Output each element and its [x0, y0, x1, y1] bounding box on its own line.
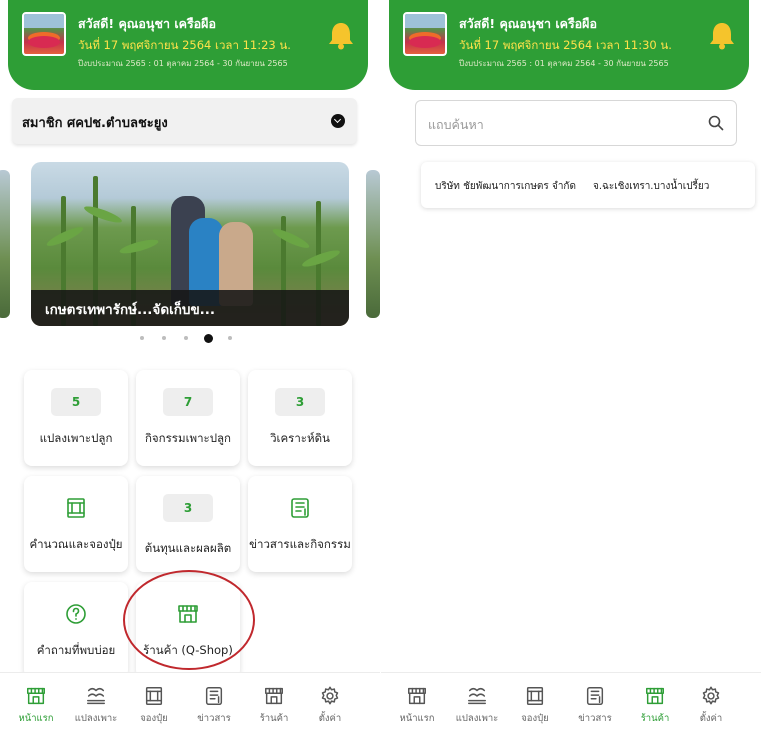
nav-item-label: จองปุ๋ย — [140, 713, 168, 724]
nav-item-label: หน้าแรก — [399, 713, 435, 724]
menu-tile[interactable]: 3 วิเคราะห์ดิน — [248, 370, 352, 466]
nav-item[interactable]: ตั้งค่า — [683, 685, 739, 726]
budget-year: ปีงบประมาณ 2565 : 01 ตุลาคม 2564 - 30 กั… — [459, 59, 669, 68]
nav-item[interactable]: หน้าแรก — [389, 685, 445, 726]
shop-result-card[interactable]: บริษัท ชัยพัฒนาการเกษตร จำกัด จ.ฉะเชิงเท… — [421, 162, 755, 208]
nav-item-label: ร้านค้า — [259, 713, 289, 724]
tile-count: 3 — [275, 388, 325, 416]
news-icon — [288, 496, 312, 520]
nav-item[interactable]: หน้าแรก — [8, 685, 64, 726]
tile-label: ต้นทุนและผลผลิต — [144, 541, 232, 555]
bottom-nav: หน้าแรก แปลงเพาะ จองปุ๋ย ข่าวสาร ร้านค้า ตั้ง… — [381, 672, 761, 737]
shop-screen: สวัสดี! คุณอนุชา เครือผือ วันที่ 17 พฤศจ… — [381, 0, 761, 737]
nav-item[interactable]: ร้านค้า — [246, 685, 302, 726]
carousel-next-slide[interactable] — [366, 170, 380, 318]
nav-item[interactable]: แปลงเพาะ — [68, 685, 124, 726]
menu-tile[interactable]: 7 กิจกรรมเพาะปลูก — [136, 370, 240, 466]
shop-icon — [8, 685, 64, 707]
bell-icon[interactable] — [707, 20, 737, 50]
nav-item[interactable]: ข่าวสาร — [186, 685, 242, 726]
tile-count: 5 — [51, 388, 101, 416]
highlight-annotation — [123, 570, 255, 670]
nav-item-label: แปลงเพาะ — [455, 713, 499, 724]
tile-count: 7 — [163, 388, 213, 416]
nav-item-label: ข่าวสาร — [197, 713, 231, 724]
nav-item[interactable]: จองปุ๋ย — [507, 685, 563, 726]
carousel-dot[interactable] — [204, 334, 213, 343]
news-icon — [186, 685, 242, 707]
avatar[interactable] — [22, 12, 66, 56]
nav-item-label: ข่าวสาร — [578, 713, 612, 724]
nav-item[interactable]: ตั้งค่า — [302, 685, 358, 726]
header: สวัสดี! คุณอนุชา เครือผือ วันที่ 17 พฤศจ… — [389, 0, 749, 90]
shop-icon — [246, 685, 302, 707]
tile-label: คำถามที่พบบ่อย — [36, 643, 116, 657]
plot-icon — [68, 685, 124, 707]
menu-tile[interactable]: คำถามที่พบบ่อย — [24, 582, 128, 678]
nav-item-label: ตั้งค่า — [318, 713, 342, 724]
news-caption-bar: เกษตรเทพารักษ์...จัดเก็บข... — [31, 290, 349, 326]
menu-tile[interactable]: ข่าวสารและกิจกรรม — [248, 476, 352, 572]
shop-name: บริษัท ชัยพัฒนาการเกษตร จำกัด — [435, 181, 576, 192]
nav-item-label: แปลงเพาะ — [74, 713, 118, 724]
carousel-prev-slide[interactable] — [0, 170, 10, 318]
menu-tile[interactable]: คำนวณและจองปุ๋ย — [24, 476, 128, 572]
budget-year: ปีงบประมาณ 2565 : 01 ตุลาคม 2564 - 30 กั… — [78, 59, 288, 68]
datetime: วันที่ 17 พฤศจิกายน 2564 เวลา 11:30 น. — [459, 38, 672, 52]
news-icon — [567, 685, 623, 707]
header: สวัสดี! คุณอนุชา เครือผือ วันที่ 17 พฤศจ… — [8, 0, 368, 90]
carousel-dot[interactable] — [140, 336, 144, 340]
bell-icon[interactable] — [326, 20, 356, 50]
fertilizer-icon — [64, 496, 88, 520]
tile-label: วิเคราะห์ดิน — [270, 431, 330, 445]
carousel-dot[interactable] — [162, 336, 166, 340]
avatar[interactable] — [403, 12, 447, 56]
shop-icon — [389, 685, 445, 707]
nav-item-label: หน้าแรก — [18, 713, 54, 724]
nav-item[interactable]: จองปุ๋ย — [126, 685, 182, 726]
gear-icon — [683, 685, 739, 707]
plot-icon — [449, 685, 505, 707]
nav-item[interactable]: แปลงเพาะ — [449, 685, 505, 726]
nav-item-label: ร้านค้า — [640, 713, 670, 724]
nav-item[interactable]: ข่าวสาร — [567, 685, 623, 726]
shop-icon — [627, 685, 683, 707]
carousel-dot[interactable] — [228, 336, 232, 340]
tile-count: 3 — [163, 494, 213, 522]
gear-icon — [302, 685, 358, 707]
chevron-down-icon — [331, 114, 345, 128]
nav-item-label: ตั้งค่า — [699, 713, 723, 724]
greeting: สวัสดี! คุณอนุชา เครือผือ — [459, 16, 598, 31]
greeting: สวัสดี! คุณอนุชา เครือผือ — [78, 16, 217, 31]
carousel-dot[interactable] — [184, 336, 188, 340]
search-bar[interactable] — [415, 100, 737, 146]
tile-label: แปลงเพาะปลูก — [39, 431, 113, 445]
fertilizer-icon — [126, 685, 182, 707]
member-dropdown-label: สมาชิก ศคปช.ตำบลชะยูง — [22, 116, 168, 131]
search-icon[interactable] — [708, 115, 724, 131]
home-screen: สวัสดี! คุณอนุชา เครือผือ วันที่ 17 พฤศจ… — [0, 0, 380, 737]
bottom-nav: หน้าแรก แปลงเพาะ จองปุ๋ย ข่าวสาร ร้านค้า ตั้ง… — [0, 672, 380, 737]
member-dropdown[interactable]: สมาชิก ศคปช.ตำบลชะยูง — [12, 98, 357, 144]
menu-tile[interactable]: 5 แปลงเพาะปลูก — [24, 370, 128, 466]
shop-location: จ.ฉะเชิงเทรา.บางน้ำเปรี้ยว — [593, 181, 710, 192]
nav-item-label: จองปุ๋ย — [521, 713, 549, 724]
tile-label: ข่าวสารและกิจกรรม — [249, 537, 351, 551]
datetime: วันที่ 17 พฤศจิกายน 2564 เวลา 11:23 น. — [78, 38, 291, 52]
nav-item[interactable]: ร้านค้า — [627, 685, 683, 726]
tile-label: กิจกรรมเพาะปลูก — [144, 431, 232, 445]
news-caption: เกษตรเทพารักษ์...จัดเก็บข... — [45, 302, 216, 318]
menu-tile[interactable]: 3 ต้นทุนและผลผลิต — [136, 476, 240, 572]
fertilizer-icon — [507, 685, 563, 707]
tile-label: คำนวณและจองปุ๋ย — [29, 537, 123, 551]
search-input[interactable] — [426, 111, 700, 137]
news-carousel-slide[interactable]: เกษตรเทพารักษ์...จัดเก็บข... — [31, 162, 349, 326]
question-icon — [64, 602, 88, 626]
